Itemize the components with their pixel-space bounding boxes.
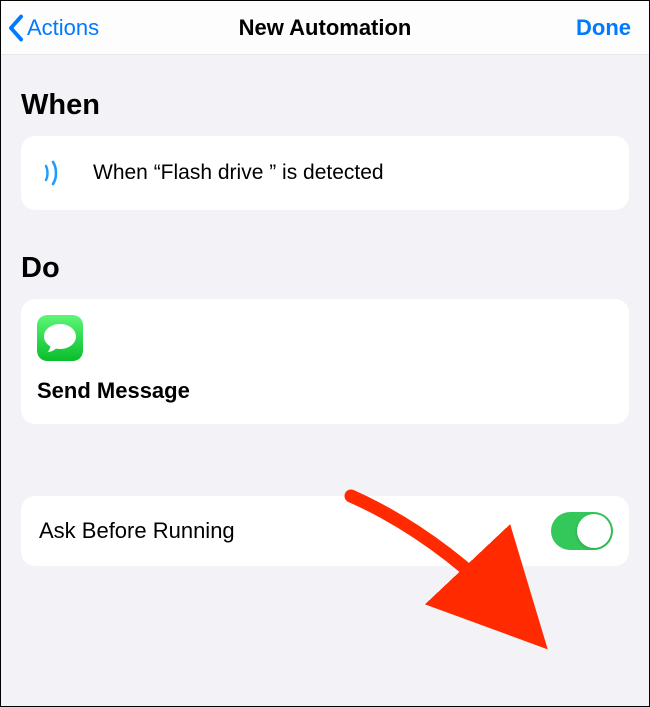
ask-before-running-row: Ask Before Running xyxy=(21,496,629,566)
done-button[interactable]: Done xyxy=(576,15,639,41)
messages-app-icon xyxy=(37,315,83,361)
do-action-label: Send Message xyxy=(37,378,613,404)
when-heading: When xyxy=(21,89,629,122)
do-heading: Do xyxy=(21,252,629,285)
ask-before-running-label: Ask Before Running xyxy=(39,518,235,544)
navigation-bar: Actions New Automation Done xyxy=(1,1,649,55)
content-area: When When “Flash drive ” is detected Do … xyxy=(1,55,649,706)
back-button[interactable]: Actions xyxy=(7,14,99,42)
when-trigger-row[interactable]: When “Flash drive ” is detected xyxy=(21,136,629,210)
chevron-left-icon xyxy=(7,14,25,42)
nfc-icon xyxy=(41,158,71,188)
when-trigger-text: When “Flash drive ” is detected xyxy=(93,161,384,185)
ask-before-running-toggle[interactable] xyxy=(551,512,613,550)
back-label: Actions xyxy=(27,15,99,41)
toggle-knob xyxy=(577,514,611,548)
do-action-row[interactable]: Send Message xyxy=(21,299,629,424)
page-title: New Automation xyxy=(239,15,412,41)
